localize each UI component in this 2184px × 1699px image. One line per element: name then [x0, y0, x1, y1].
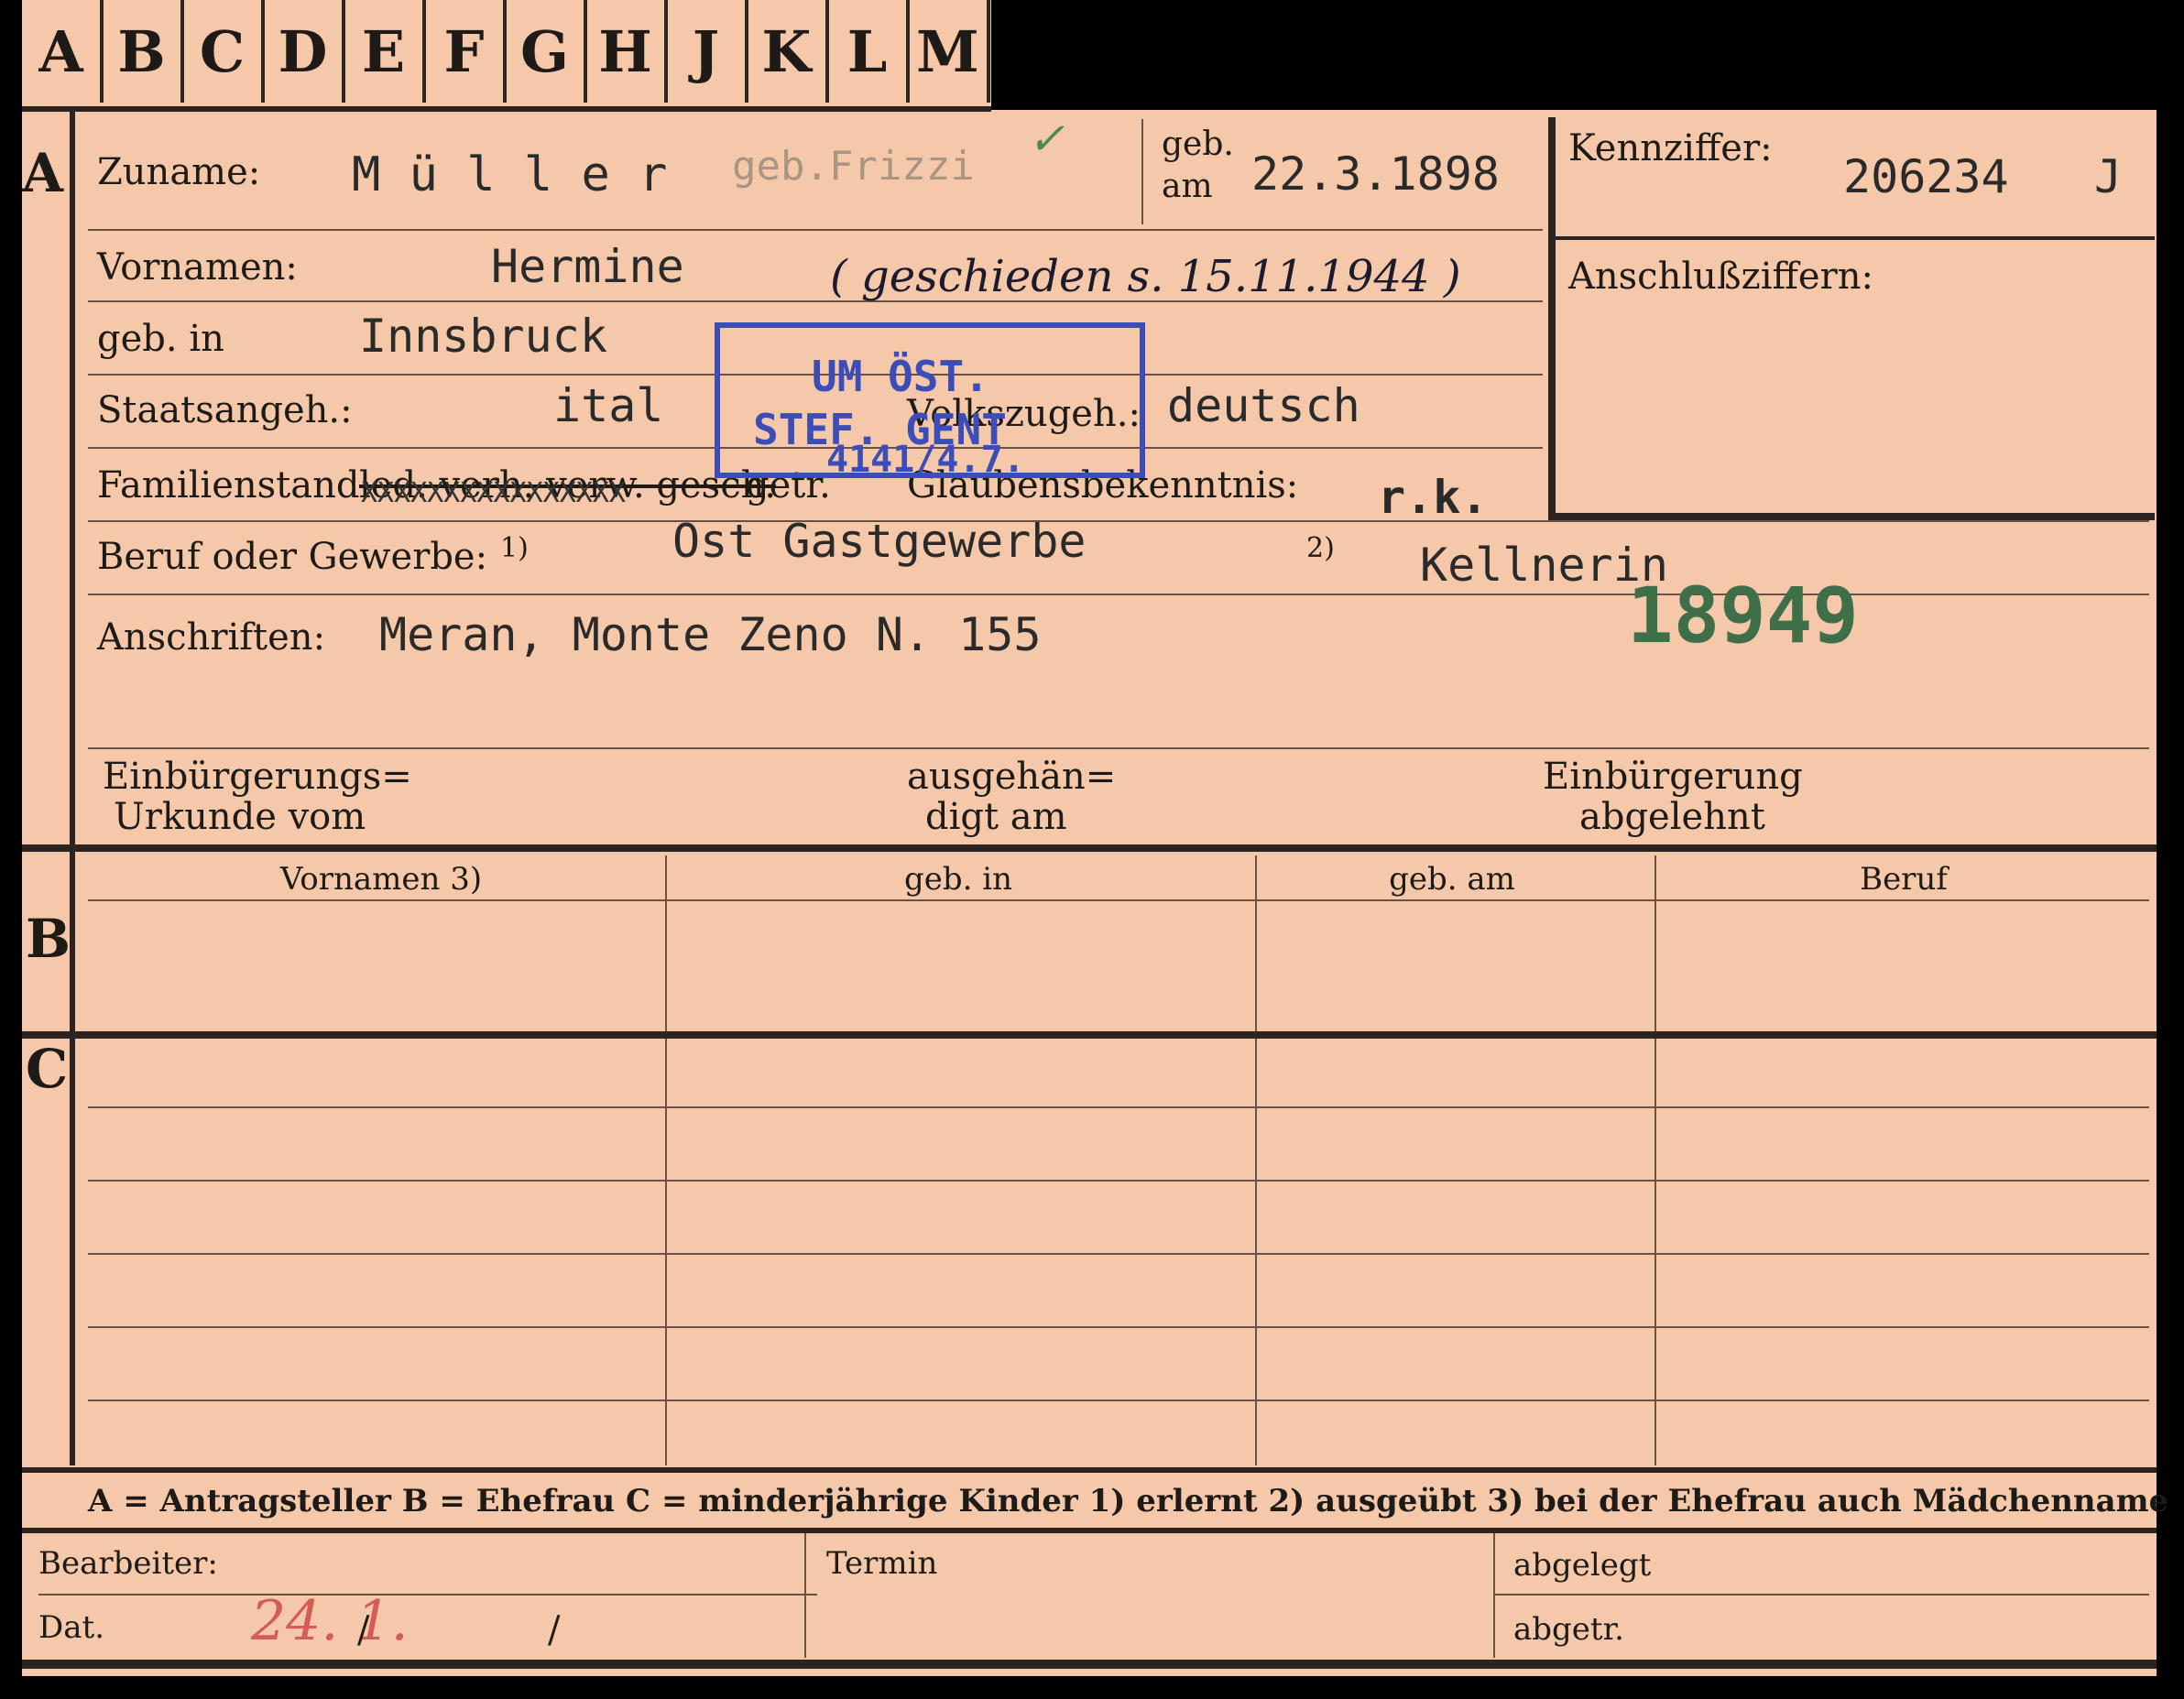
handwritten-geschieden: ( geschieden s. 15.11.1944 ): [830, 251, 1461, 302]
tab-letter[interactable]: F: [425, 0, 507, 103]
dat-slash-1: /: [357, 1609, 370, 1651]
tab-letter[interactable]: K: [748, 0, 829, 103]
tab-letter[interactable]: A: [22, 0, 104, 103]
row-letter-b: B: [26, 908, 71, 970]
label-dat: Dat.: [38, 1609, 105, 1646]
label-geb: geb.: [1162, 125, 1234, 163]
label-zuname: Zuname:: [97, 151, 261, 193]
label-familienstand: Familienstand:: [97, 464, 372, 506]
label-geb-in: geb. in: [97, 318, 224, 360]
tab-strip-left-black: [0, 0, 22, 1699]
label-einb-urkunde-2: Urkunde vom: [114, 796, 366, 838]
label-einb-urkunde-1: Einbürgerungs=: [103, 756, 412, 798]
stamp-line1: UM ÖST.: [812, 352, 989, 401]
value-volkszugeh: deutsch: [1167, 379, 1360, 432]
dat-slash-2: /: [548, 1609, 561, 1651]
th-geb-in: geb. in: [903, 861, 1013, 898]
tab-letter[interactable]: D: [264, 0, 345, 103]
label-ausgeh-1: ausgehän=: [907, 756, 1117, 798]
tab-letter[interactable]: L: [828, 0, 910, 103]
tab-letter[interactable]: M: [909, 0, 990, 103]
tab-letter[interactable]: B: [103, 0, 184, 103]
tab-letter[interactable]: G: [506, 0, 587, 103]
value-kennziffer-suffix: J: [2094, 150, 2123, 203]
value-kennziffer: 206234: [1843, 150, 2009, 203]
value-zuname: M ü l l e r: [352, 147, 668, 202]
label-abgelegt: abgelegt: [1513, 1547, 1652, 1584]
label-abgetr: abgetr.: [1513, 1611, 1624, 1648]
official-stamp: UM ÖST. STEF. GENT 4141/4.7.: [715, 322, 1145, 478]
tab-letter[interactable]: J: [667, 0, 748, 103]
label-einb-abg-2: abgelehnt: [1579, 796, 1765, 838]
label-bearbeiter: Bearbeiter:: [38, 1545, 218, 1582]
tab-letter[interactable]: C: [183, 0, 265, 103]
value-staatsangeh: ital: [553, 379, 664, 432]
label-anschlussziffern: Anschlußziffern:: [1568, 256, 1873, 298]
row-letter-c: C: [26, 1038, 69, 1100]
tab-letter[interactable]: E: [344, 0, 426, 103]
label-termin: Termin: [826, 1545, 938, 1582]
beruf-note1: 1): [500, 532, 529, 564]
row-letter-a: A: [22, 142, 64, 204]
th-beruf: Beruf: [1860, 861, 1948, 898]
label-am: am: [1162, 168, 1213, 205]
label-vornamen: Vornamen:: [97, 246, 298, 289]
label-ausgeh-2: digt am: [925, 796, 1067, 838]
tab-strip-right-black: [991, 0, 2157, 110]
label-beruf: Beruf oder Gewerbe:: [97, 536, 488, 578]
letter-tabs: ABCDEFGHJKLM: [22, 0, 991, 112]
tab-letter[interactable]: H: [586, 0, 668, 103]
label-kennziffer: Kennziffer:: [1568, 127, 1773, 169]
beruf-note2: 2): [1306, 532, 1335, 564]
stamp-line3: 4141/4.7.: [826, 439, 1025, 481]
th-geb-am: geb. am: [1389, 861, 1515, 898]
check-mark: ✓: [1028, 114, 1065, 165]
th-vornamen: Vornamen 3): [279, 861, 483, 898]
legend: A = Antragsteller B = Ehefrau C = minder…: [88, 1483, 2169, 1519]
value-beruf-1: Ost Gastgewerbe: [672, 515, 1087, 568]
label-staatsangeh: Staatsangeh.:: [97, 389, 353, 431]
registration-card: ABCDEFGHJKLM A B C Zuname: M ü l l e r g…: [0, 0, 2168, 1699]
value-vornamen: Hermine: [491, 240, 684, 293]
label-anschriften: Anschriften:: [97, 616, 326, 659]
value-geb-am: 22.3.1898: [1251, 147, 1500, 201]
stamp-number: 18949: [1627, 571, 1859, 660]
value-glaubens: r.k.: [1378, 471, 1489, 524]
value-zuname-geb: geb.Frizzi: [732, 143, 975, 190]
value-geb-in: Innsbruck: [359, 310, 607, 363]
label-einb-abg-1: Einbürgerung: [1543, 756, 1803, 798]
familienstand-strike: XXXXXXXXXXXXXXXX: [361, 477, 626, 509]
value-anschrift: Meran, Monte Zeno N. 155: [379, 608, 1042, 661]
value-dat: 24. 1.: [251, 1589, 409, 1653]
